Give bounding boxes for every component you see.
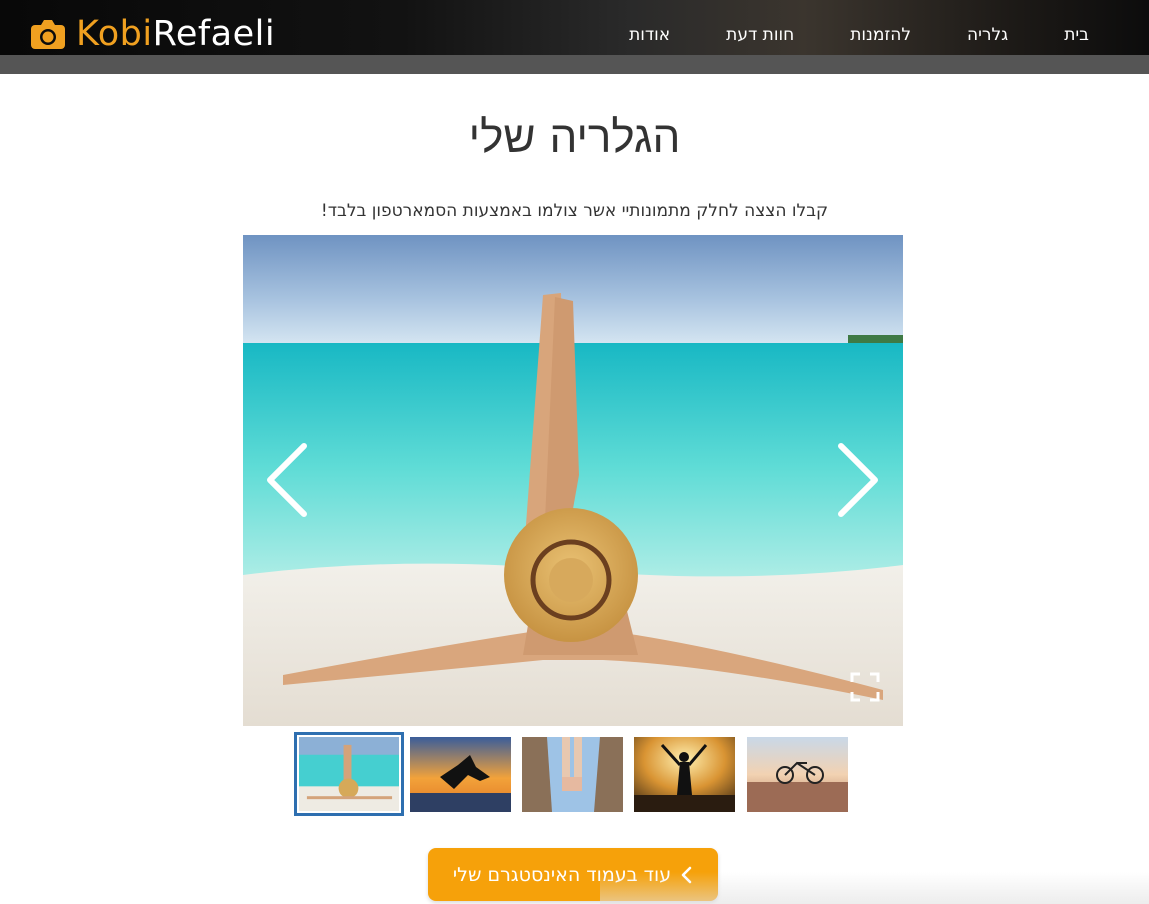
camera-icon bbox=[31, 20, 65, 49]
nav-item-gallery[interactable]: גלריה bbox=[967, 24, 1008, 46]
thumbnail-sunset-silhouette-image bbox=[634, 737, 735, 812]
page-title: הגלריה שלי bbox=[468, 112, 681, 163]
navbar-bottom-strip bbox=[0, 55, 1149, 74]
thumbnail-3[interactable] bbox=[522, 737, 623, 812]
chevron-right-icon[interactable] bbox=[833, 440, 883, 520]
thumbnail-1[interactable] bbox=[294, 732, 404, 816]
gallery-main-image[interactable] bbox=[243, 235, 903, 726]
page-subtitle: קבלו הצצה לחלק מתמונותיי אשר צולמו באמצע… bbox=[320, 201, 829, 221]
thumbnail-beach-image bbox=[299, 737, 399, 811]
nav-item-reviews[interactable]: חוות דעת bbox=[726, 24, 794, 46]
brand-name-part2: Refaeli bbox=[152, 14, 276, 54]
thumbnail-5[interactable] bbox=[747, 737, 848, 812]
thumbnail-sunset-jump-image bbox=[410, 737, 511, 812]
beach-photo bbox=[243, 235, 903, 726]
thumbnail-2[interactable] bbox=[410, 737, 511, 812]
thumbnail-ballet-image bbox=[522, 737, 623, 812]
thumbnail-4[interactable] bbox=[634, 737, 735, 812]
fullscreen-icon[interactable] bbox=[850, 672, 880, 702]
brand-name: KobiRefaeli bbox=[76, 14, 275, 54]
nav-item-about[interactable]: אודות bbox=[629, 24, 670, 46]
nav-item-home[interactable]: בית bbox=[1064, 24, 1089, 46]
nav-item-orders[interactable]: להזמנות bbox=[850, 24, 911, 46]
brand-name-part1: Kobi bbox=[76, 14, 153, 54]
thumbnail-bicycle-image bbox=[747, 737, 848, 812]
main-nav: בית גלריה להזמנות חוות דעת אודות bbox=[629, 24, 1089, 46]
brand-logo[interactable]: KobiRefaeli bbox=[30, 14, 275, 54]
chevron-left-icon[interactable] bbox=[262, 440, 312, 520]
bottom-shadow bbox=[600, 872, 1149, 904]
